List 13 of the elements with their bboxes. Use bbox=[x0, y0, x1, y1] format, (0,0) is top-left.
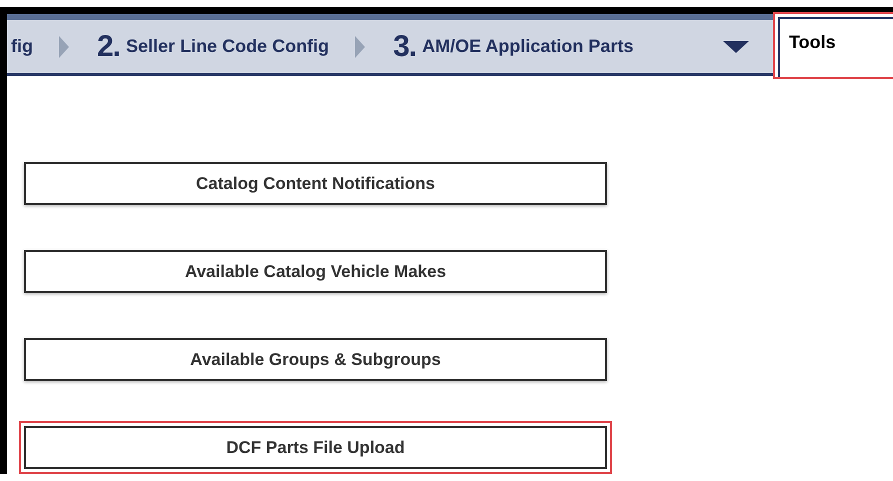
chevron-icon bbox=[355, 36, 366, 58]
step-label[interactable]: AM/OE Application Parts bbox=[422, 36, 634, 57]
tool-button[interactable]: Available Groups & Subgroups bbox=[24, 338, 607, 381]
step-label[interactable]: fig bbox=[11, 36, 33, 57]
step-label[interactable]: Seller Line Code Config bbox=[126, 36, 330, 57]
tool-button[interactable]: Catalog Content Notifications bbox=[24, 162, 607, 205]
step-number: 2. bbox=[97, 30, 120, 64]
tool-button[interactable]: DCF Parts File Upload bbox=[19, 421, 612, 474]
caret-icon[interactable] bbox=[723, 40, 749, 52]
step-number: 3. bbox=[393, 30, 416, 64]
tool-button[interactable]: Available Catalog Vehicle Makes bbox=[24, 250, 607, 293]
chevron-icon bbox=[59, 36, 69, 58]
tools-tab[interactable]: Tools bbox=[773, 12, 893, 79]
